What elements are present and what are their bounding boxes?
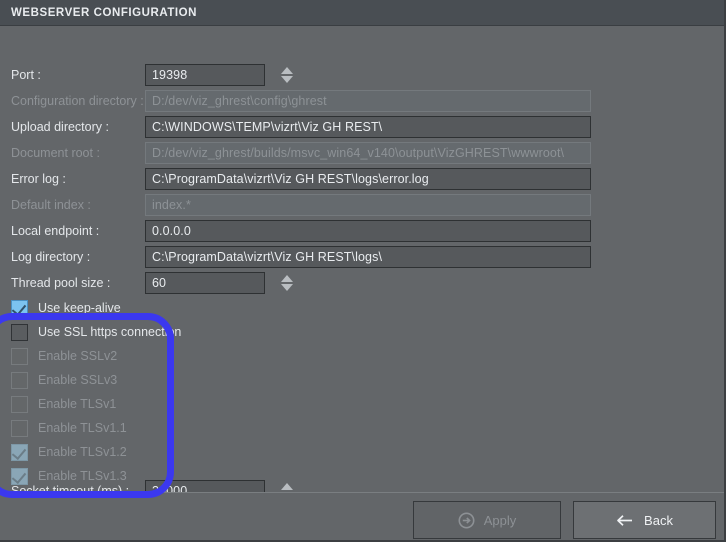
field-label: Log directory : <box>11 250 91 264</box>
back-button[interactable]: Back <box>573 501 716 539</box>
form-row: Error log : C:\ProgramData\vizrt\Viz GH R… <box>0 166 591 192</box>
stepper[interactable] <box>279 271 295 295</box>
form-row: Upload directory : C:\WINDOWS\TEMP\vizrt\… <box>0 114 591 140</box>
apply-button-label: Apply <box>483 512 517 528</box>
checkbox-label: Enable TLSv1.2 <box>38 445 127 459</box>
configuration-form: Port :19398 Configuration directory : D:/d… <box>0 26 724 502</box>
apply-button[interactable]: Apply <box>413 501 561 539</box>
checkbox-row: Enable TLSv1 <box>11 392 116 416</box>
field-label: Configuration directory : <box>11 94 144 108</box>
checkbox[interactable] <box>11 323 28 341</box>
form-row: Document root : D:/dev/viz_ghrest/builds/… <box>0 140 591 166</box>
checkbox[interactable] <box>11 299 28 317</box>
readonly-field: D:/dev/viz_ghrest/builds/msvc_win64_v140… <box>145 142 591 164</box>
checkbox-label: Enable SSLv3 <box>38 373 118 387</box>
checkbox-row: Enable TLSv1.1 <box>11 416 127 440</box>
form-row: Local endpoint : 0.0.0.0 <box>0 218 591 244</box>
webserver-configuration-window: WEBSERVER CONFIGURATION Port : 19398 Confi… <box>0 0 726 542</box>
checkbox-label: Enable SSLv2 <box>38 349 118 363</box>
stepper-up-icon[interactable] <box>281 67 293 74</box>
text-input[interactable]: 60 <box>145 272 265 294</box>
readonly-field: index.* <box>145 194 591 216</box>
circled-arrow-right-icon <box>458 512 475 529</box>
form-row: Log directory : C:\ProgramData\vizrt\Viz … <box>0 244 591 270</box>
checkbox-label: Enable TLSv1 <box>38 397 117 411</box>
field-label: Upload directory : <box>11 120 109 134</box>
checkbox-row: Enable SSLv3 <box>11 368 117 392</box>
text-input[interactable]: C:\ProgramData\vizrt\Viz GH REST\logs\ <box>145 246 591 268</box>
arrow-left-icon <box>616 513 635 528</box>
form-row: Thread pool size : 60 <box>0 270 295 296</box>
field-label: Default index : <box>11 198 91 212</box>
field-label: Local endpoint : <box>11 224 100 238</box>
field-label: Thread pool size : <box>11 276 111 290</box>
form-row: Default index : index.* <box>0 192 591 218</box>
readonly-field: D:/dev/viz_ghrest\config\ghrest <box>145 90 591 112</box>
checkbox-label: Use SSL https connection <box>38 325 182 339</box>
text-input[interactable]: 0.0.0.0 <box>145 220 591 242</box>
checkbox-row: Enable SSLv2 <box>11 344 117 368</box>
checkbox <box>11 371 28 389</box>
checkbox <box>11 395 28 413</box>
text-input[interactable]: C:\WINDOWS\TEMP\vizrt\Viz GH REST\ <box>145 116 591 138</box>
checkbox <box>11 347 28 365</box>
checkbox-label: Use keep-alive <box>38 301 121 315</box>
button-bar: Apply Back <box>0 493 724 540</box>
text-input[interactable]: 19398 <box>145 64 265 86</box>
checkbox-row[interactable]: Use SSL https connection <box>11 320 181 344</box>
field-label: Port : <box>11 68 41 82</box>
window-titlebar: WEBSERVER CONFIGURATION <box>0 0 724 26</box>
stepper-up-icon[interactable] <box>281 275 293 282</box>
text-input[interactable]: C:\ProgramData\vizrt\Viz GH REST\logs\er… <box>145 168 591 190</box>
checkbox <box>11 419 28 437</box>
checkbox <box>11 443 28 461</box>
form-row: Port : 19398 <box>0 62 295 88</box>
window-title: WEBSERVER CONFIGURATION <box>11 6 198 19</box>
field-label: Error log : <box>11 172 66 186</box>
checkmark-icon <box>11 444 27 460</box>
back-button-label: Back <box>644 512 673 528</box>
stepper[interactable] <box>279 63 295 87</box>
checkbox-row[interactable]: Use keep-alive <box>11 296 121 320</box>
checkbox-label: Enable TLSv1.1 <box>38 421 127 435</box>
stepper-down-icon[interactable] <box>281 284 293 291</box>
checkmark-icon <box>11 300 27 316</box>
stepper-down-icon[interactable] <box>281 76 293 83</box>
stepper-up-icon[interactable] <box>281 483 293 490</box>
checkbox-row: Enable TLSv1.2 <box>11 440 127 464</box>
form-row: Configuration directory : D:/dev/viz_ghre… <box>0 88 591 114</box>
field-label: Document root : <box>11 146 100 160</box>
